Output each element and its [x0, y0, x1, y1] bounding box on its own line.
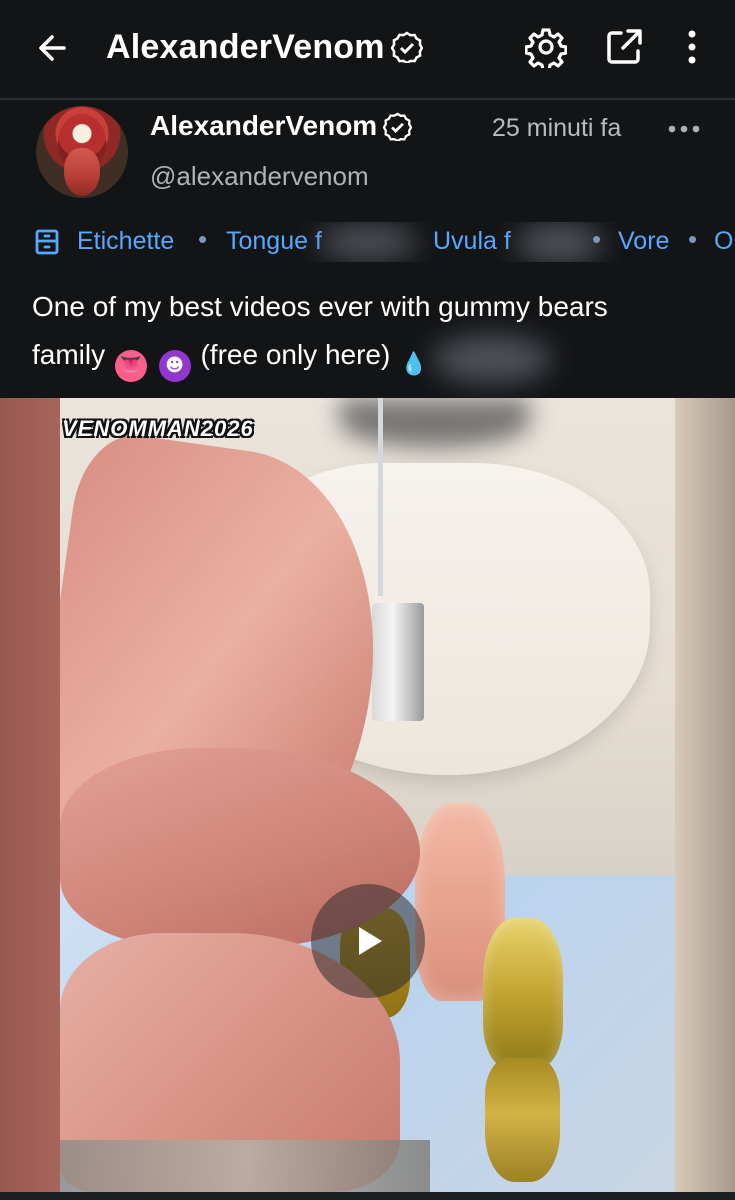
tag-item[interactable]: Uvula f — [433, 227, 511, 256]
arrow-left-icon — [39, 35, 66, 61]
devil-emoji-icon: ☻ — [158, 350, 191, 382]
page-title: AlexanderVenom — [106, 27, 385, 66]
tag-separator: • — [592, 224, 602, 254]
author-name[interactable]: AlexanderVenom — [150, 110, 377, 142]
tags-row: Etichette • Tongue f Uvula f • Vore • O — [0, 222, 735, 262]
tag-item[interactable]: Vore — [618, 227, 669, 256]
more-vertical-icon — [688, 30, 696, 64]
caption-text: (free only here) — [200, 339, 391, 370]
tag-item[interactable]: Tongue f — [226, 227, 322, 256]
video-thumbnail — [60, 398, 675, 1192]
video-container[interactable]: VENOMMAN2026 — [0, 398, 735, 1192]
play-button[interactable] — [311, 884, 425, 998]
video-watermark: VENOMMAN2026 — [62, 416, 254, 441]
avatar[interactable] — [36, 106, 128, 198]
verified-badge-icon — [383, 111, 413, 141]
tag-drawer-icon — [35, 229, 59, 255]
blur-mask — [432, 335, 552, 383]
top-app-bar: AlexanderVenom — [0, 0, 735, 100]
post-time: 25 minuti fa — [492, 114, 622, 142]
post-options-button[interactable] — [662, 114, 706, 144]
caption-text: family — [32, 339, 106, 370]
blur-mask — [340, 398, 530, 448]
blur-mask — [516, 222, 602, 262]
more-horizontal-icon — [668, 125, 700, 133]
granite-edge — [60, 1140, 430, 1192]
post-header: AlexanderVenom 25 minuti fa @alexanderve… — [0, 100, 735, 220]
tongue-emoji-icon: 👅 — [114, 350, 147, 382]
verified-badge-icon — [390, 31, 423, 63]
play-icon — [359, 927, 382, 955]
bottom-divider — [0, 1192, 735, 1200]
share-icon — [607, 29, 642, 64]
post-caption: One of my best videos ever with gummy be… — [32, 283, 722, 383]
back-button[interactable] — [30, 26, 74, 70]
droplet-emoji-icon: 💧 — [400, 352, 428, 377]
caption-line: One of my best videos ever with gummy be… — [32, 291, 608, 322]
avatar-tongue — [64, 148, 100, 196]
gear-icon — [525, 28, 567, 68]
caption-line: family 👅 ☻ (free only here) 💧 — [32, 331, 722, 382]
yellow-gummy-bear — [483, 918, 563, 1068]
cable — [378, 398, 383, 596]
settings-button[interactable] — [524, 24, 568, 70]
tag-item[interactable]: O — [714, 227, 733, 256]
author-handle[interactable]: @alexandervenom — [150, 161, 369, 192]
author-name-group[interactable]: AlexanderVenom — [150, 110, 413, 142]
tag-separator: • — [688, 224, 698, 254]
usb-plug — [372, 603, 424, 721]
title-group: AlexanderVenom — [106, 24, 423, 70]
gummy-reflection — [485, 1058, 560, 1182]
blur-mask — [318, 224, 418, 260]
tags-label[interactable]: Etichette — [77, 227, 174, 256]
tag-separator: • — [198, 224, 208, 254]
share-button[interactable] — [602, 24, 646, 70]
more-options-button[interactable] — [670, 24, 714, 70]
